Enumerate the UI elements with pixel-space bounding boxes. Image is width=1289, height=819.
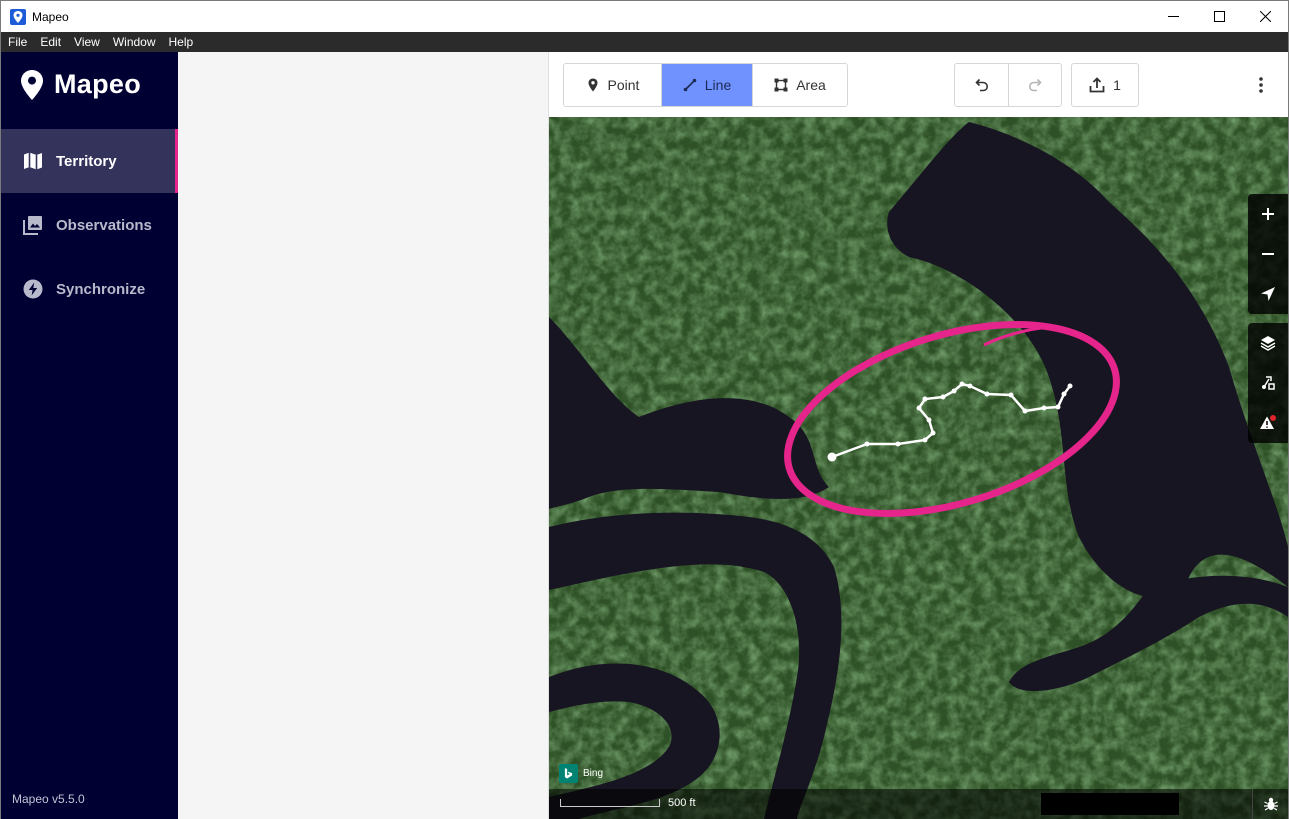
undo-redo-group bbox=[954, 63, 1062, 107]
maximize-button[interactable] bbox=[1196, 1, 1242, 32]
add-line-button[interactable]: Line bbox=[661, 64, 752, 106]
more-vertical-icon bbox=[1259, 77, 1263, 93]
issues-button[interactable] bbox=[1248, 403, 1288, 443]
app-logo-icon bbox=[10, 8, 26, 25]
map-data-icon bbox=[1262, 376, 1275, 390]
background-layers-button[interactable] bbox=[1248, 323, 1288, 363]
bug-icon bbox=[1263, 797, 1278, 811]
menu-help[interactable]: Help bbox=[162, 32, 200, 52]
save-button[interactable]: 1 bbox=[1071, 63, 1139, 107]
map-data-button[interactable] bbox=[1248, 363, 1288, 403]
nav-label-synchronize: Synchronize bbox=[56, 280, 146, 298]
title-bar: Mapeo bbox=[1, 1, 1288, 32]
zoom-controls bbox=[1248, 194, 1288, 314]
menu-file[interactable]: File bbox=[1, 32, 33, 52]
more-options-button[interactable] bbox=[1250, 74, 1272, 96]
location-arrow-icon bbox=[1261, 287, 1275, 301]
sidebar: Mapeo Territory Observations Synchronize… bbox=[1, 52, 178, 819]
save-count: 1 bbox=[1113, 77, 1121, 93]
undo-icon bbox=[974, 78, 988, 92]
window-controls bbox=[1150, 1, 1288, 32]
map-icon bbox=[23, 151, 43, 171]
menu-view[interactable]: View bbox=[67, 32, 106, 52]
nav-label-territory: Territory bbox=[56, 152, 117, 170]
redo-button[interactable] bbox=[1008, 64, 1061, 106]
location-pin-icon bbox=[21, 69, 43, 100]
add-area-button[interactable]: Area bbox=[752, 64, 847, 106]
close-window-button[interactable] bbox=[1242, 1, 1288, 32]
geolocate-button[interactable] bbox=[1248, 274, 1288, 314]
app-window: Mapeo File Edit View Window Help Mapeo T… bbox=[0, 0, 1289, 819]
imagery-attribution[interactable]: Bing bbox=[559, 764, 603, 783]
window-title: Mapeo bbox=[32, 9, 69, 24]
maximize-icon bbox=[1213, 11, 1225, 22]
map-tools bbox=[1248, 323, 1288, 443]
upload-icon bbox=[1089, 77, 1105, 93]
app-version: Mapeo v5.5.0 bbox=[12, 792, 85, 806]
minus-icon bbox=[1262, 253, 1274, 255]
layers-icon bbox=[1260, 336, 1276, 351]
menu-edit[interactable]: Edit bbox=[33, 32, 67, 52]
photo-library-icon bbox=[23, 215, 43, 235]
satellite-imagery bbox=[549, 117, 1288, 819]
menu-bar: File Edit View Window Help bbox=[1, 32, 1288, 52]
draw-mode-group: Point Line Area bbox=[563, 63, 848, 107]
footer-info-box bbox=[1041, 793, 1179, 815]
sync-bolt-icon bbox=[23, 279, 43, 299]
plus-icon bbox=[1262, 208, 1274, 220]
scale-label: 500 ft bbox=[668, 797, 696, 809]
nav-item-territory[interactable]: Territory bbox=[1, 129, 178, 193]
zoom-out-button[interactable] bbox=[1248, 234, 1288, 274]
nav-label-observations: Observations bbox=[56, 216, 152, 234]
line-icon bbox=[683, 78, 697, 92]
attribution-label: Bing bbox=[583, 768, 604, 779]
minimize-icon bbox=[1167, 16, 1179, 17]
report-bug-button[interactable] bbox=[1252, 789, 1288, 819]
warning-icon bbox=[1260, 415, 1276, 429]
minimize-button[interactable] bbox=[1150, 1, 1196, 32]
point-label: Point bbox=[607, 77, 640, 93]
editor-toolbar: Point Line Area 1 bbox=[549, 52, 1288, 117]
map-footer: 500 ft bbox=[549, 789, 1288, 819]
side-panel bbox=[178, 52, 549, 819]
area-label: Area bbox=[796, 77, 826, 93]
add-point-button[interactable]: Point bbox=[564, 64, 661, 106]
nav-item-observations[interactable]: Observations bbox=[1, 193, 178, 257]
marker-icon bbox=[588, 78, 598, 92]
brand-name: Mapeo bbox=[54, 69, 142, 99]
zoom-in-button[interactable] bbox=[1248, 194, 1288, 234]
scale-bar bbox=[560, 799, 660, 807]
map-canvas[interactable]: Bing 500 ft bbox=[549, 117, 1288, 819]
menu-window[interactable]: Window bbox=[106, 32, 162, 52]
brand: Mapeo bbox=[21, 69, 141, 100]
redo-icon bbox=[1028, 78, 1042, 92]
undo-button[interactable] bbox=[955, 64, 1008, 106]
line-label: Line bbox=[704, 77, 732, 93]
area-icon bbox=[774, 78, 788, 92]
nav-item-synchronize[interactable]: Synchronize bbox=[1, 257, 178, 321]
bing-logo-icon bbox=[559, 764, 578, 783]
close-icon bbox=[1259, 11, 1271, 22]
